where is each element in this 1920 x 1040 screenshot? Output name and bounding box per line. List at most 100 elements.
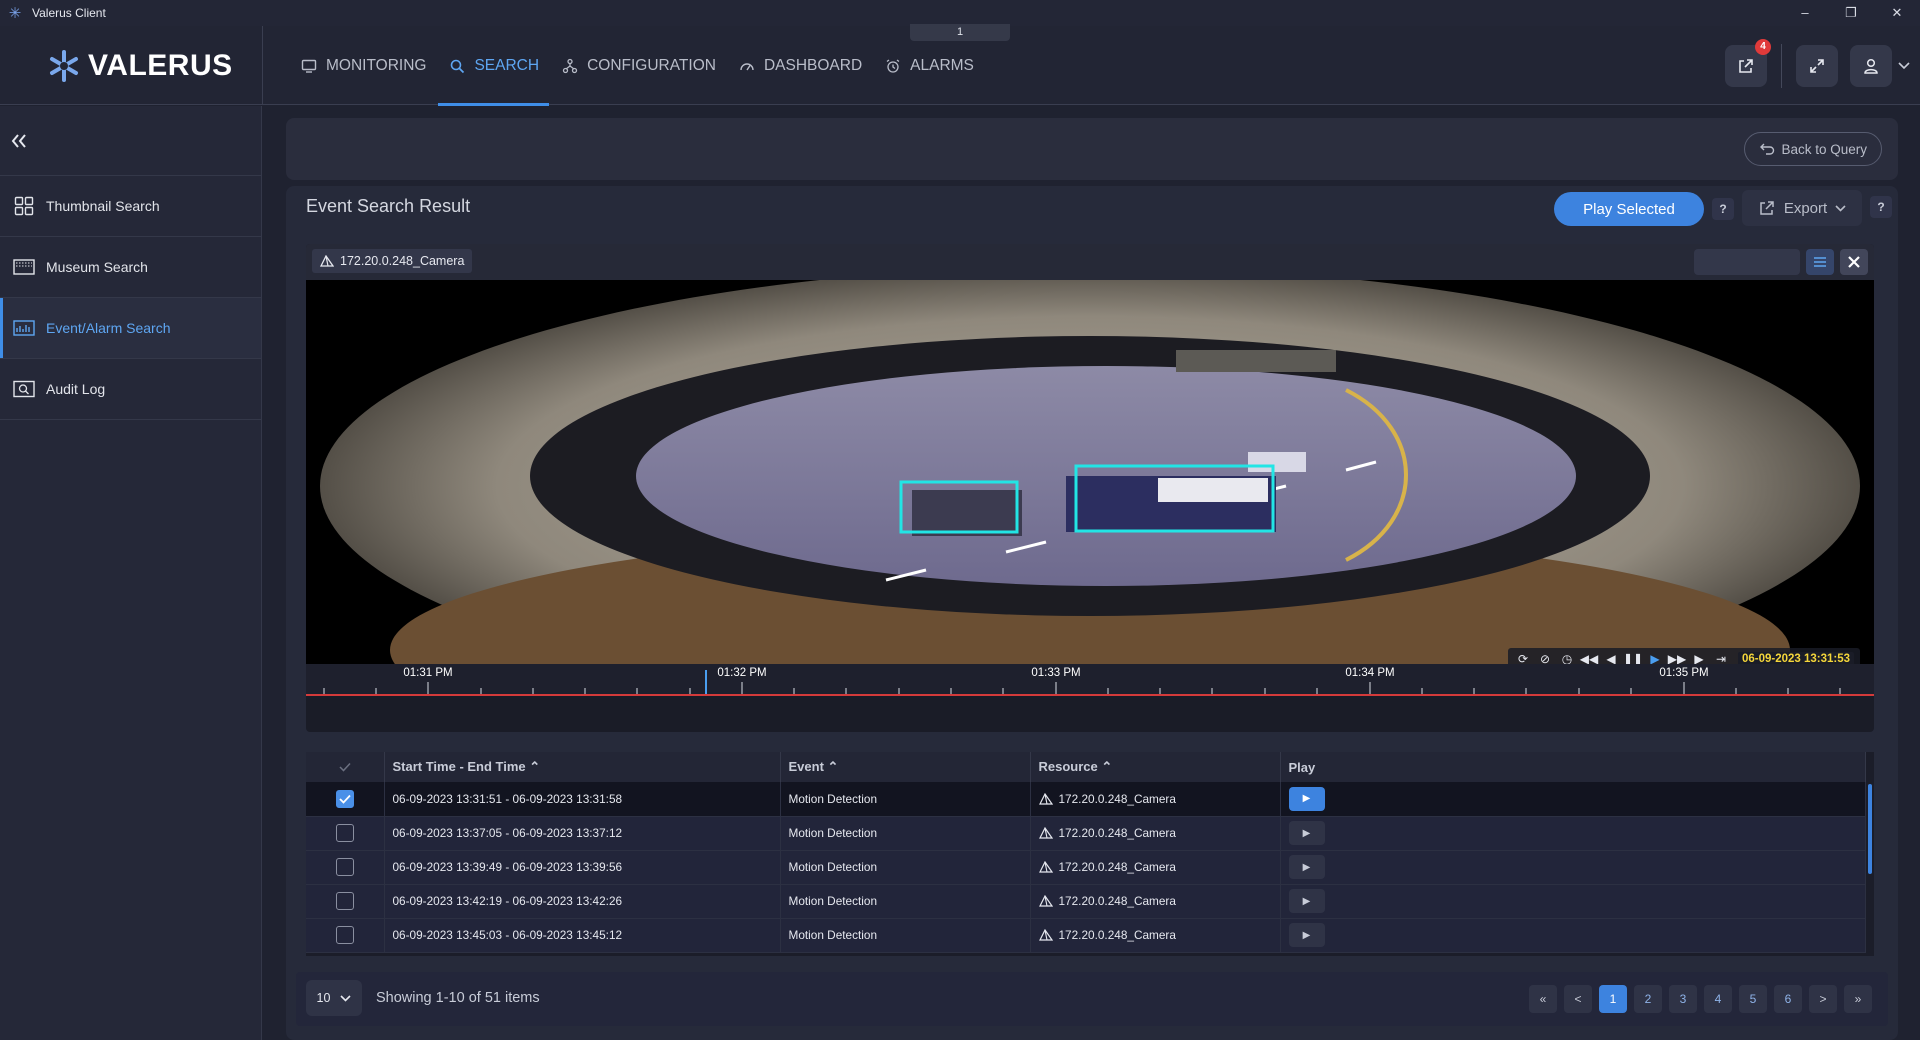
valerus-logo-icon (50, 50, 78, 82)
event-chart-icon (12, 318, 36, 338)
export-button[interactable]: Export (1742, 190, 1862, 226)
event-cell: Motion Detection (780, 782, 1031, 817)
next-page-button[interactable]: > (1809, 985, 1837, 1013)
last-page-button[interactable]: » (1844, 985, 1872, 1013)
menu-monitoring[interactable]: MONITORING (290, 26, 436, 105)
tab-indicator[interactable]: 1 (910, 24, 1010, 41)
sidebar-item-museum-search[interactable]: Museum Search (0, 237, 261, 298)
page-size-value: 10 (316, 991, 331, 1005)
page-button-5[interactable]: 5 (1739, 985, 1767, 1013)
play-cell: ▶ (1280, 816, 1866, 851)
menu-configuration[interactable]: CONFIGURATION (551, 26, 726, 105)
play-icon: ▶ (1302, 827, 1311, 839)
row-select-cell (306, 816, 385, 851)
row-play-button[interactable]: ▶ (1288, 821, 1325, 845)
time-range-cell: 06-09-2023 13:39:49 - 06-09-2023 13:39:5… (384, 850, 781, 885)
play-selected-button[interactable]: Play Selected (1554, 192, 1704, 226)
sidebar-item-audit-log[interactable]: Audit Log (0, 359, 261, 420)
table-header-row: Start Time - End Time ⌃ Event ⌃ Resource… (306, 752, 1866, 782)
museum-icon (12, 257, 36, 277)
page-button-4[interactable]: 4 (1704, 985, 1732, 1013)
user-chevron-down-icon[interactable] (1892, 61, 1916, 70)
column-header-event[interactable]: Event ⌃ (780, 752, 1031, 782)
select-all-header[interactable] (306, 752, 385, 782)
row-play-button[interactable]: ▶ (1288, 855, 1325, 879)
time-range-cell: 06-09-2023 13:37:05 - 06-09-2023 13:37:1… (384, 816, 781, 851)
playback-timeline[interactable]: 01:31 PM 01:32 PM 01:33 PM 01:34 PM 01:3… (306, 664, 1874, 696)
player-search-field[interactable] (1694, 249, 1800, 275)
sidebar: Thumbnail Search Museum Search Event/Ala… (0, 106, 262, 1040)
time-range-cell: 06-09-2023 13:42:19 - 06-09-2023 13:42:2… (384, 884, 781, 919)
table-row[interactable]: 06-09-2023 13:42:19 - 06-09-2023 13:42:2… (306, 884, 1866, 919)
table-row[interactable]: 06-09-2023 13:37:05 - 06-09-2023 13:37:1… (306, 816, 1866, 851)
page-size-select[interactable]: 10 (306, 980, 362, 1016)
minimize-button[interactable]: – (1782, 0, 1828, 26)
sidebar-item-thumbnail-search[interactable]: Thumbnail Search (0, 176, 261, 237)
column-header-time[interactable]: Start Time - End Time ⌃ (384, 752, 781, 782)
menu-dashboard-label: DASHBOARD (763, 56, 863, 74)
row-play-button[interactable]: ▶ (1288, 889, 1325, 913)
main-menu: MONITORING SEARCH CONFIGURATION DASHBOAR… (290, 26, 986, 106)
play-icon: ▶ (1302, 793, 1311, 805)
pagination: « < 1 2 3 4 5 6 > » (1529, 985, 1872, 1013)
resource-name: 172.20.0.248_Camera (1058, 791, 1176, 806)
close-player-button[interactable] (1840, 249, 1868, 275)
valerus-app-icon: ✳ (8, 5, 22, 22)
logo-text: VALERUS (88, 49, 233, 82)
table-row[interactable]: 06-09-2023 13:31:51 - 06-09-2023 13:31:5… (306, 782, 1866, 817)
double-chevron-left-icon (11, 133, 26, 148)
row-checkbox[interactable] (335, 789, 354, 808)
query-bar: Back to Query (286, 118, 1898, 180)
row-play-button[interactable]: ▶ (1288, 923, 1325, 947)
menu-search-label: SEARCH (474, 56, 540, 74)
back-arrow-icon (1760, 143, 1775, 155)
play-cell: ▶ (1280, 918, 1866, 953)
play-cell: ▶ (1280, 884, 1866, 919)
close-window-button[interactable]: ✕ (1874, 0, 1920, 26)
pagination-footer: 10 Showing 1-10 of 51 items « < 1 2 3 4 … (296, 972, 1888, 1026)
column-header-resource[interactable]: Resource ⌃ (1030, 752, 1281, 782)
back-to-query-button[interactable]: Back to Query (1744, 132, 1882, 166)
sidebar-item-event-alarm-search[interactable]: Event/Alarm Search (0, 298, 261, 359)
items-count-text: Showing 1-10 of 51 items (376, 990, 540, 1006)
first-page-button[interactable]: « (1529, 985, 1557, 1013)
event-cell: Motion Detection (780, 918, 1031, 953)
table-scrollbar[interactable] (1868, 784, 1872, 874)
row-checkbox[interactable] (335, 926, 354, 944)
page-button-1[interactable]: 1 (1599, 985, 1627, 1013)
column-header-play: Play (1280, 752, 1866, 782)
row-checkbox[interactable] (335, 824, 354, 842)
row-play-button[interactable]: ▶ (1288, 786, 1325, 811)
timeline-label: 01:35 PM (1659, 667, 1708, 679)
export-help-button[interactable]: ? (1870, 196, 1892, 218)
notifications-button[interactable]: 4 (1725, 38, 1771, 87)
player-menu-button[interactable] (1806, 249, 1834, 275)
camera-video-feed[interactable] (306, 266, 1874, 732)
prev-page-button[interactable]: < (1564, 985, 1592, 1013)
menu-dashboard[interactable]: DASHBOARD (728, 26, 872, 105)
play-icon: ▶ (1302, 861, 1311, 873)
configuration-icon (561, 57, 579, 75)
play-cell: ▶ (1280, 850, 1866, 885)
result-title: Event Search Result (306, 196, 471, 216)
table-row[interactable]: 06-09-2023 13:39:49 - 06-09-2023 13:39:5… (306, 850, 1866, 885)
collapse-sidebar-button[interactable] (0, 106, 261, 176)
user-menu-button[interactable] (1850, 44, 1892, 87)
row-checkbox[interactable] (335, 858, 354, 876)
page-button-2[interactable]: 2 (1634, 985, 1662, 1013)
camera-icon (1038, 792, 1053, 805)
timeline-label: 01:32 PM (717, 667, 766, 679)
menu-search[interactable]: SEARCH (438, 26, 549, 106)
table-row[interactable]: 06-09-2023 13:45:03 - 06-09-2023 13:45:1… (306, 918, 1866, 953)
chevron-down-icon (1835, 204, 1846, 212)
fullscreen-button[interactable] (1796, 44, 1838, 87)
row-checkbox[interactable] (335, 892, 354, 910)
page-button-6[interactable]: 6 (1774, 985, 1802, 1013)
play-selected-help-button[interactable]: ? (1712, 198, 1734, 220)
restore-button[interactable]: ❐ (1828, 0, 1874, 26)
check-icon (339, 762, 351, 772)
back-to-query-label: Back to Query (1781, 141, 1867, 157)
page-button-3[interactable]: 3 (1669, 985, 1697, 1013)
play-icon: ▶ (1302, 895, 1311, 907)
share-export-icon (1739, 58, 1753, 73)
